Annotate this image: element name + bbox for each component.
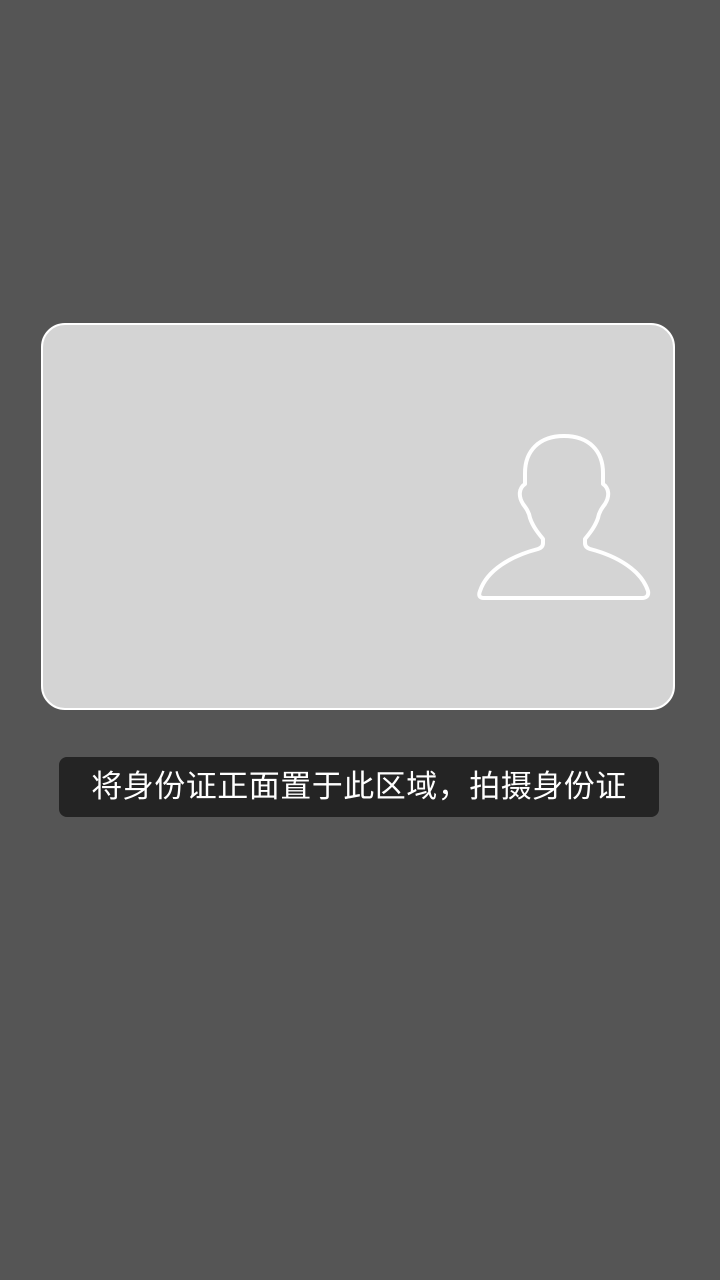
person-silhouette-icon — [477, 433, 651, 605]
camera-screen: 将身份证正面置于此区域，拍摄身份证 — [0, 0, 720, 1280]
instruction-banner: 将身份证正面置于此区域，拍摄身份证 — [59, 757, 659, 817]
id-card-frame — [41, 323, 675, 710]
instruction-text: 将身份证正面置于此区域，拍摄身份证 — [91, 768, 627, 805]
